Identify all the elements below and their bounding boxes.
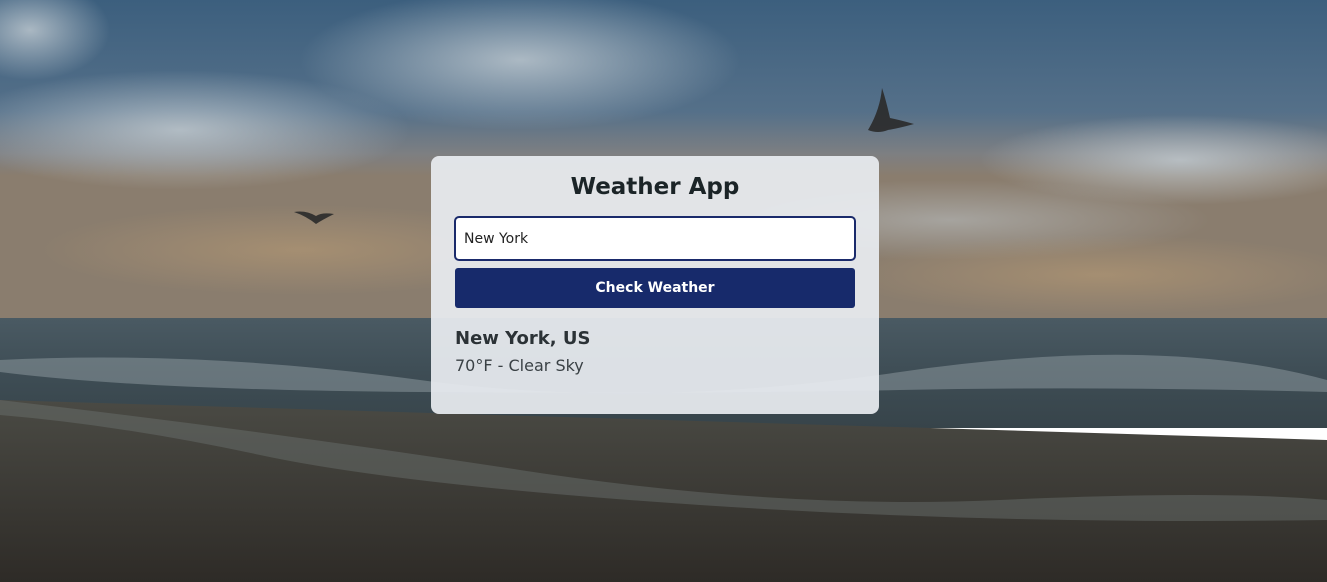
city-search-input[interactable] (454, 216, 856, 261)
result-weather: 70°F - Clear Sky (455, 356, 584, 375)
app-title: Weather App (570, 174, 740, 200)
weather-card: Weather App Check Weather New York, US 7… (431, 156, 879, 414)
check-weather-button[interactable]: Check Weather (455, 268, 855, 308)
result-location: New York, US (455, 328, 591, 349)
weather-result: New York, US 70°F - Clear Sky (455, 328, 855, 376)
